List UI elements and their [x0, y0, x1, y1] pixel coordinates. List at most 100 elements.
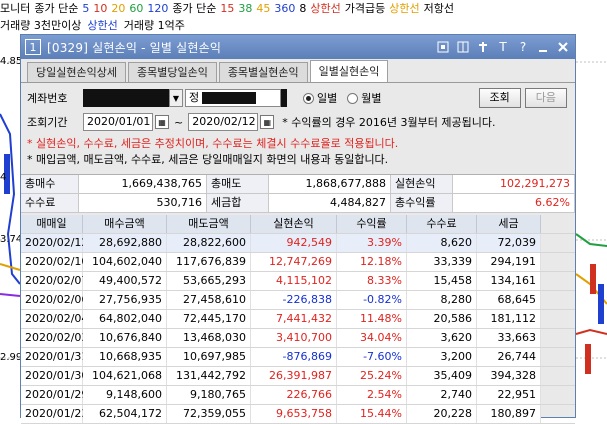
close-icon[interactable] [555, 39, 571, 55]
dialog-title: [0329] 실현손익 - 일별 실현손익 [47, 40, 222, 55]
account-label: 계좌번호 [27, 92, 68, 105]
cell-sell: 131,442,792 [167, 367, 251, 385]
link-icon[interactable] [435, 39, 451, 55]
tab-stock-daily[interactable]: 종목별당일손익 [127, 62, 217, 82]
chevron-down-icon[interactable]: ▼ [169, 89, 183, 107]
tab-daily-realized[interactable]: 일별실현손익 [309, 60, 389, 82]
cell-date: 2020/02/06 [21, 291, 88, 309]
cell-rate: 34.04% [337, 329, 407, 347]
col-header-tax[interactable]: 세금 [477, 215, 541, 233]
price-label: 4 [0, 172, 7, 183]
account-name-prefix: 정 [189, 91, 200, 104]
cell-buy: 104,602,040 [83, 253, 167, 271]
cell-tax: 26,744 [477, 348, 541, 366]
cell-fee: 3,200 [407, 348, 477, 366]
account-name-field: 정 [185, 89, 281, 107]
indicator-legend-item: 가격급등 [344, 2, 386, 15]
table-row[interactable]: 2020/01/31 10,668,935 10,697,985 -876,869 -7… [21, 348, 575, 367]
font-size-icon[interactable]: T [495, 39, 511, 55]
next-button[interactable]: 다음 [524, 88, 567, 108]
col-header-pnl[interactable]: 실현손익 [251, 215, 337, 233]
dialog-titlebar[interactable]: 1 [0329] 실현손익 - 일별 실현손익 T ? [21, 35, 575, 59]
cell-buy: 49,400,572 [83, 272, 167, 290]
help-icon[interactable]: ? [515, 39, 531, 55]
table-row[interactable]: 2020/02/07 49,400,572 53,665,293 4,115,102 8… [21, 272, 575, 291]
cell-buy: 64,802,040 [83, 310, 167, 328]
cell-pnl: 7,441,432 [251, 310, 337, 328]
table-row[interactable]: 2020/02/03 10,676,840 13,468,030 3,410,700 3… [21, 329, 575, 348]
table-row[interactable]: 2020/02/04 64,802,040 72,445,170 7,441,432 1… [21, 310, 575, 329]
date-from-input[interactable]: 2020/01/01 [83, 113, 153, 131]
summary-label: 세금합 [207, 194, 269, 212]
cell-fee: 33,339 [407, 253, 477, 271]
cell-fee: 3,620 [407, 329, 477, 347]
cell-rate: -0.82% [337, 291, 407, 309]
summary-label: 실현손익 [391, 175, 453, 193]
cell-rate: 25.24% [337, 367, 407, 385]
table-row[interactable]: 2020/02/06 27,756,935 27,458,610 -226,838 -0… [21, 291, 575, 310]
summary-tax: 4,484,827 [269, 194, 391, 212]
account-number-input[interactable] [83, 89, 169, 107]
pin-icon[interactable] [475, 39, 491, 55]
cell-rate: 11.48% [337, 310, 407, 328]
cell-fee: 15,458 [407, 272, 477, 290]
radio-monthly-dot[interactable] [347, 92, 359, 104]
radio-monthly[interactable]: 월별 [347, 90, 382, 106]
table-row[interactable]: 2020/02/12 28,692,880 28,822,600 942,549 3.3… [21, 234, 575, 253]
table-row[interactable]: 2020/01/29 9,148,600 9,180,765 226,766 2.54%… [21, 386, 575, 405]
table-row[interactable]: 2020/01/30 104,621,068 131,442,792 26,391,9… [21, 367, 575, 386]
radio-daily-dot[interactable] [303, 92, 314, 104]
cell-date: 2020/02/10 [21, 253, 88, 271]
split-icon[interactable] [455, 39, 471, 55]
minimize-icon[interactable] [535, 39, 551, 55]
col-header-fee[interactable]: 수수료 [407, 215, 477, 233]
screen-number-badge: 1 [25, 39, 41, 55]
summary-grid: 총매수 1,669,438,765 총매도 1,868,677,888 실현손익… [21, 174, 575, 213]
table-row[interactable]: 2020/01/23 62,504,172 72,359,055 9,653,758 1… [21, 405, 575, 424]
col-header-sell[interactable]: 매도금액 [167, 215, 251, 233]
calendar-icon[interactable]: ▦ [260, 115, 275, 129]
cell-tax: 134,161 [477, 272, 541, 290]
tab-stock-realized[interactable]: 종목별실현손익 [218, 62, 308, 82]
indicator-legend-item: 10 [93, 2, 108, 15]
cell-pnl: 226,766 [251, 386, 337, 404]
cell-date: 2020/02/03 [21, 329, 88, 347]
date-to-input[interactable]: 2020/02/12 [188, 113, 259, 131]
cell-buy: 10,668,935 [83, 348, 167, 366]
summary-realized-pnl: 102,291,273 [453, 175, 575, 193]
period-label: 조회기간 [27, 116, 68, 129]
cell-buy: 104,621,068 [83, 367, 167, 385]
cell-tax: 181,112 [477, 310, 541, 328]
cell-date: 2020/01/30 [21, 367, 88, 385]
summary-total-sell: 1,868,677,888 [269, 175, 391, 193]
table-row[interactable]: 2020/02/10 104,602,040 117,676,839 12,747,2… [21, 253, 575, 272]
cell-pnl: 3,410,700 [251, 329, 337, 347]
cell-date: 2020/01/23 [21, 405, 88, 423]
cell-tax: 180,897 [477, 405, 541, 423]
price-label: 2.99 [0, 352, 23, 363]
summary-label: 총매수 [21, 175, 79, 193]
cell-date: 2020/02/12 [21, 234, 88, 252]
cell-tax: 33,663 [477, 329, 541, 347]
cell-fee: 20,586 [407, 310, 477, 328]
cell-date: 2020/02/04 [21, 310, 88, 328]
query-button[interactable]: 조회 [478, 88, 521, 108]
indicator-legend-item: 45 [256, 2, 271, 15]
cell-tax: 68,645 [477, 291, 541, 309]
cell-pnl: 12,747,269 [251, 253, 337, 271]
cell-fee: 8,280 [407, 291, 477, 309]
volume-legend-item: 거래량 3천만이상 [0, 19, 82, 32]
cell-sell: 10,697,985 [167, 348, 251, 366]
col-header-buy[interactable]: 매수금액 [83, 215, 167, 233]
cell-pnl: -226,838 [251, 291, 337, 309]
radio-daily[interactable]: 일별 [303, 90, 337, 106]
chart-volume-legend: 거래량 3천만이상 상한선 거래량 1억주 [0, 18, 607, 34]
cell-sell: 13,468,030 [167, 329, 251, 347]
tab-daily-detail[interactable]: 당일실현손익상세 [27, 62, 126, 82]
cell-sell: 53,665,293 [167, 272, 251, 290]
col-header-rate[interactable]: 수익률 [337, 215, 407, 233]
col-header-date[interactable]: 매매일 [21, 215, 83, 233]
cell-date: 2020/01/29 [21, 386, 88, 404]
cell-tax: 394,328 [477, 367, 541, 385]
calendar-icon[interactable]: ▦ [155, 115, 169, 129]
